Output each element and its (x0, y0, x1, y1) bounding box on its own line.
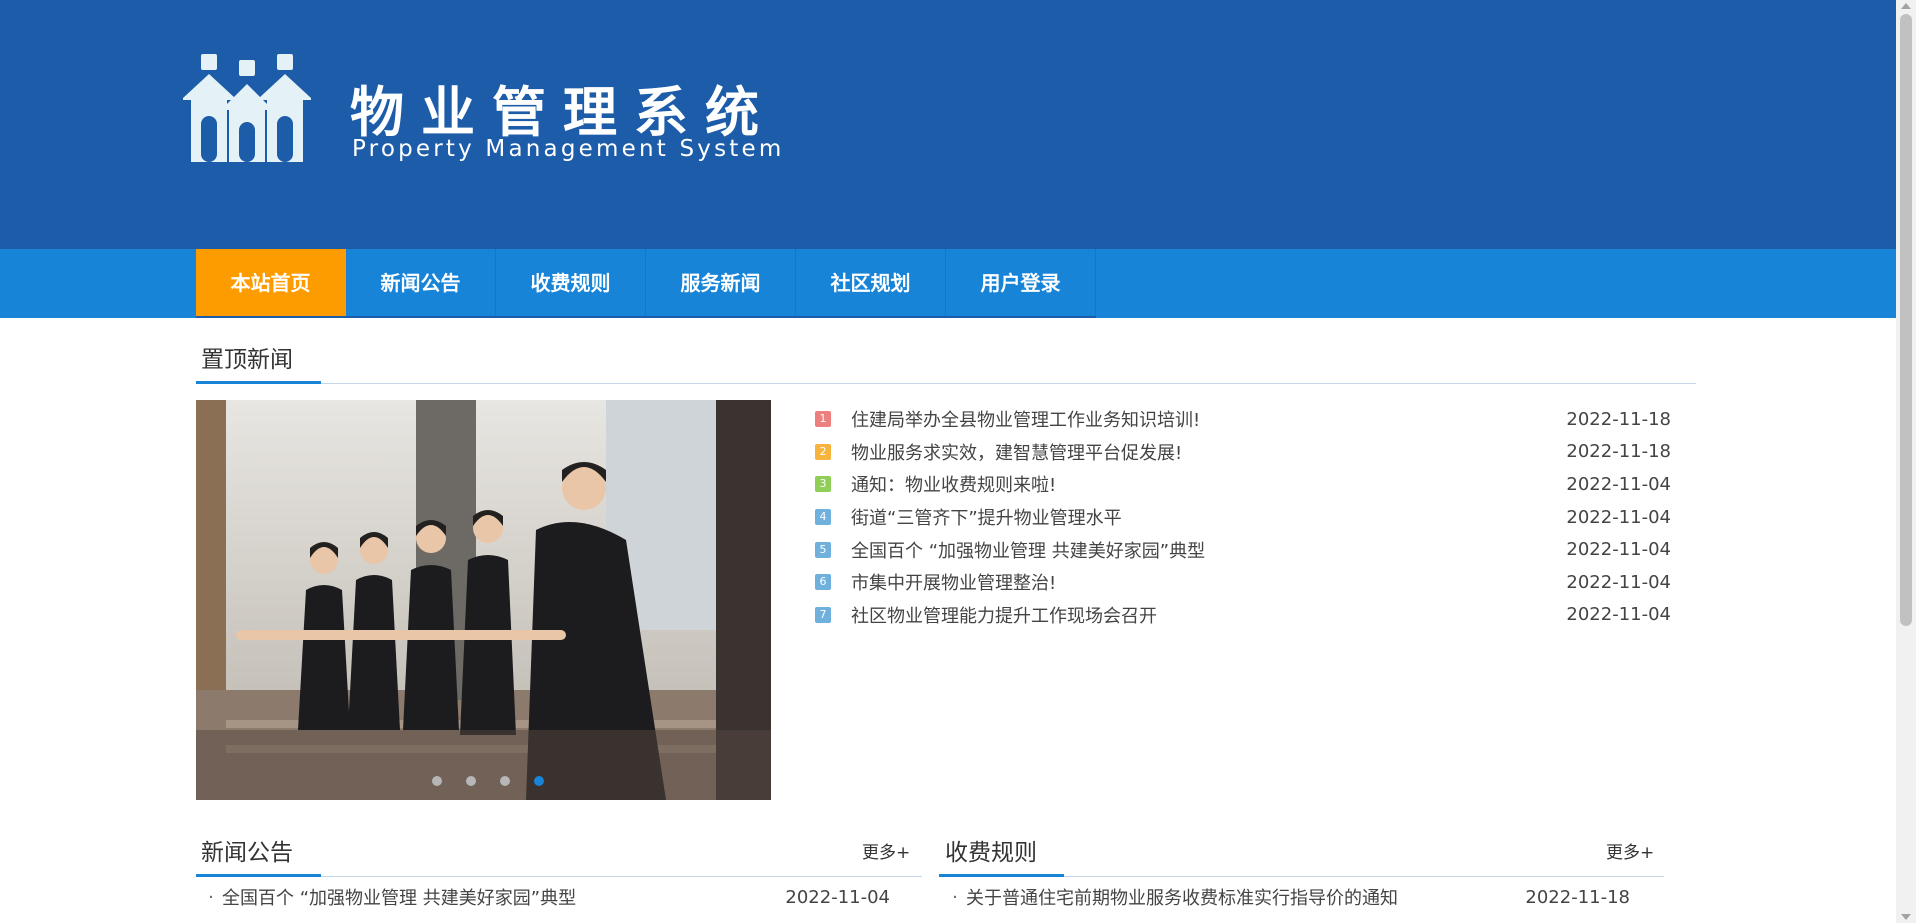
news-title[interactable]: 关于普通住宅前期物业服务收费标准实行指导价的通知 (966, 884, 1525, 910)
rank-badge: 7 (815, 606, 831, 623)
nav-underline (196, 316, 1096, 318)
top-news-accent (196, 381, 321, 384)
nav-item-news-notice[interactable]: 新闻公告 (346, 249, 496, 318)
list-item[interactable]: 5 全国百个 “加强物业管理 共建美好家园”典型 2022-11-04 (815, 533, 1675, 566)
nav-item-home[interactable]: 本站首页 (196, 249, 346, 318)
nav-item-fee-rules[interactable]: 收费规则 (496, 249, 646, 318)
news-title[interactable]: 街道“三管齐下”提升物业管理水平 (851, 504, 1551, 530)
scroll-up-icon[interactable] (1901, 3, 1911, 9)
list-item[interactable]: 3 通知：物业收费规则来啦! 2022-11-04 (815, 468, 1675, 501)
house-people-logo-icon (183, 54, 311, 162)
nav-item-service-news[interactable]: 服务新闻 (646, 249, 796, 318)
news-notice-more-link[interactable]: 更多+ (862, 838, 910, 863)
list-item[interactable]: · 关于普通住宅前期物业服务收费标准实行指导价的通知 2022-11-18 (944, 882, 1630, 912)
list-item[interactable]: 1 住建局举办全县物业管理工作业务知识培训! 2022-11-18 (815, 403, 1675, 436)
rank-badge: 6 (815, 574, 831, 591)
news-notice-accent (196, 874, 321, 877)
rank-badge: 2 (815, 443, 831, 460)
news-date: 2022-11-04 (785, 886, 890, 908)
news-date: 2022-11-18 (1566, 408, 1671, 430)
news-date: 2022-11-04 (1566, 604, 1671, 626)
slider-dot[interactable] (466, 776, 476, 786)
slider-dot[interactable] (500, 776, 510, 786)
news-title[interactable]: 通知：物业收费规则来啦! (851, 471, 1551, 497)
list-item[interactable]: 7 社区物业管理能力提升工作现场会召开 2022-11-04 (815, 599, 1675, 632)
news-date: 2022-11-04 (1566, 571, 1671, 593)
list-item[interactable]: 2 物业服务求实效，建智慧管理平台促发展! 2022-11-18 (815, 436, 1675, 469)
bullet-icon: · (208, 886, 214, 908)
news-title[interactable]: 市集中开展物业管理整治! (851, 569, 1551, 595)
site-subtitle: Property Management System (352, 136, 785, 162)
image-slider[interactable] (196, 400, 771, 800)
news-title[interactable]: 社区物业管理能力提升工作现场会召开 (851, 602, 1551, 628)
fee-rules-accent (939, 874, 1064, 877)
list-item[interactable]: 4 街道“三管齐下”提升物业管理水平 2022-11-04 (815, 501, 1675, 534)
main-nav: 本站首页 新闻公告 收费规则 服务新闻 社区规划 用户登录 (0, 249, 1896, 318)
bullet-icon: · (952, 886, 958, 908)
top-news-heading: 置顶新闻 (201, 347, 293, 373)
nav-item-user-login[interactable]: 用户登录 (946, 249, 1096, 318)
site-header: 物业管理系统 Property Management System (0, 0, 1896, 249)
scroll-down-icon[interactable] (1901, 914, 1911, 920)
slider-dot-active[interactable] (534, 776, 544, 786)
staff-photo (196, 400, 771, 800)
rank-badge: 1 (815, 411, 831, 428)
news-date: 2022-11-18 (1566, 441, 1671, 463)
top-news-rule (196, 383, 1696, 384)
news-date: 2022-11-18 (1525, 886, 1630, 908)
list-item[interactable]: 6 市集中开展物业管理整治! 2022-11-04 (815, 566, 1675, 599)
nav-items: 本站首页 新闻公告 收费规则 服务新闻 社区规划 用户登录 (196, 249, 1096, 318)
news-title[interactable]: 全国百个 “加强物业管理 共建美好家园”典型 (222, 884, 785, 910)
fee-rules-list: · 关于普通住宅前期物业服务收费标准实行指导价的通知 2022-11-18 (944, 882, 1630, 912)
rank-badge: 5 (815, 541, 831, 558)
news-title[interactable]: 住建局举办全县物业管理工作业务知识培训! (851, 406, 1551, 432)
list-item[interactable]: · 全国百个 “加强物业管理 共建美好家园”典型 2022-11-04 (200, 882, 890, 912)
news-notice-heading: 新闻公告 (201, 840, 293, 866)
page-scrollbar[interactable] (1896, 0, 1916, 923)
slider-dot[interactable] (432, 776, 442, 786)
nav-item-community-planning[interactable]: 社区规划 (796, 249, 946, 318)
rank-badge: 4 (815, 509, 831, 526)
fee-rules-heading: 收费规则 (945, 840, 1037, 866)
slider-dots (432, 776, 544, 786)
rank-badge: 3 (815, 476, 831, 493)
news-title[interactable]: 物业服务求实效，建智慧管理平台促发展! (851, 439, 1551, 465)
news-date: 2022-11-04 (1566, 473, 1671, 495)
fee-rules-more-link[interactable]: 更多+ (1606, 838, 1654, 863)
news-notice-list: · 全国百个 “加强物业管理 共建美好家园”典型 2022-11-04 (200, 882, 890, 912)
top-news-list: 1 住建局举办全县物业管理工作业务知识培训! 2022-11-18 2 物业服务… (815, 403, 1675, 631)
news-title[interactable]: 全国百个 “加强物业管理 共建美好家园”典型 (851, 537, 1551, 563)
scrollbar-thumb[interactable] (1900, 14, 1912, 626)
news-date: 2022-11-04 (1566, 539, 1671, 561)
news-date: 2022-11-04 (1566, 506, 1671, 528)
